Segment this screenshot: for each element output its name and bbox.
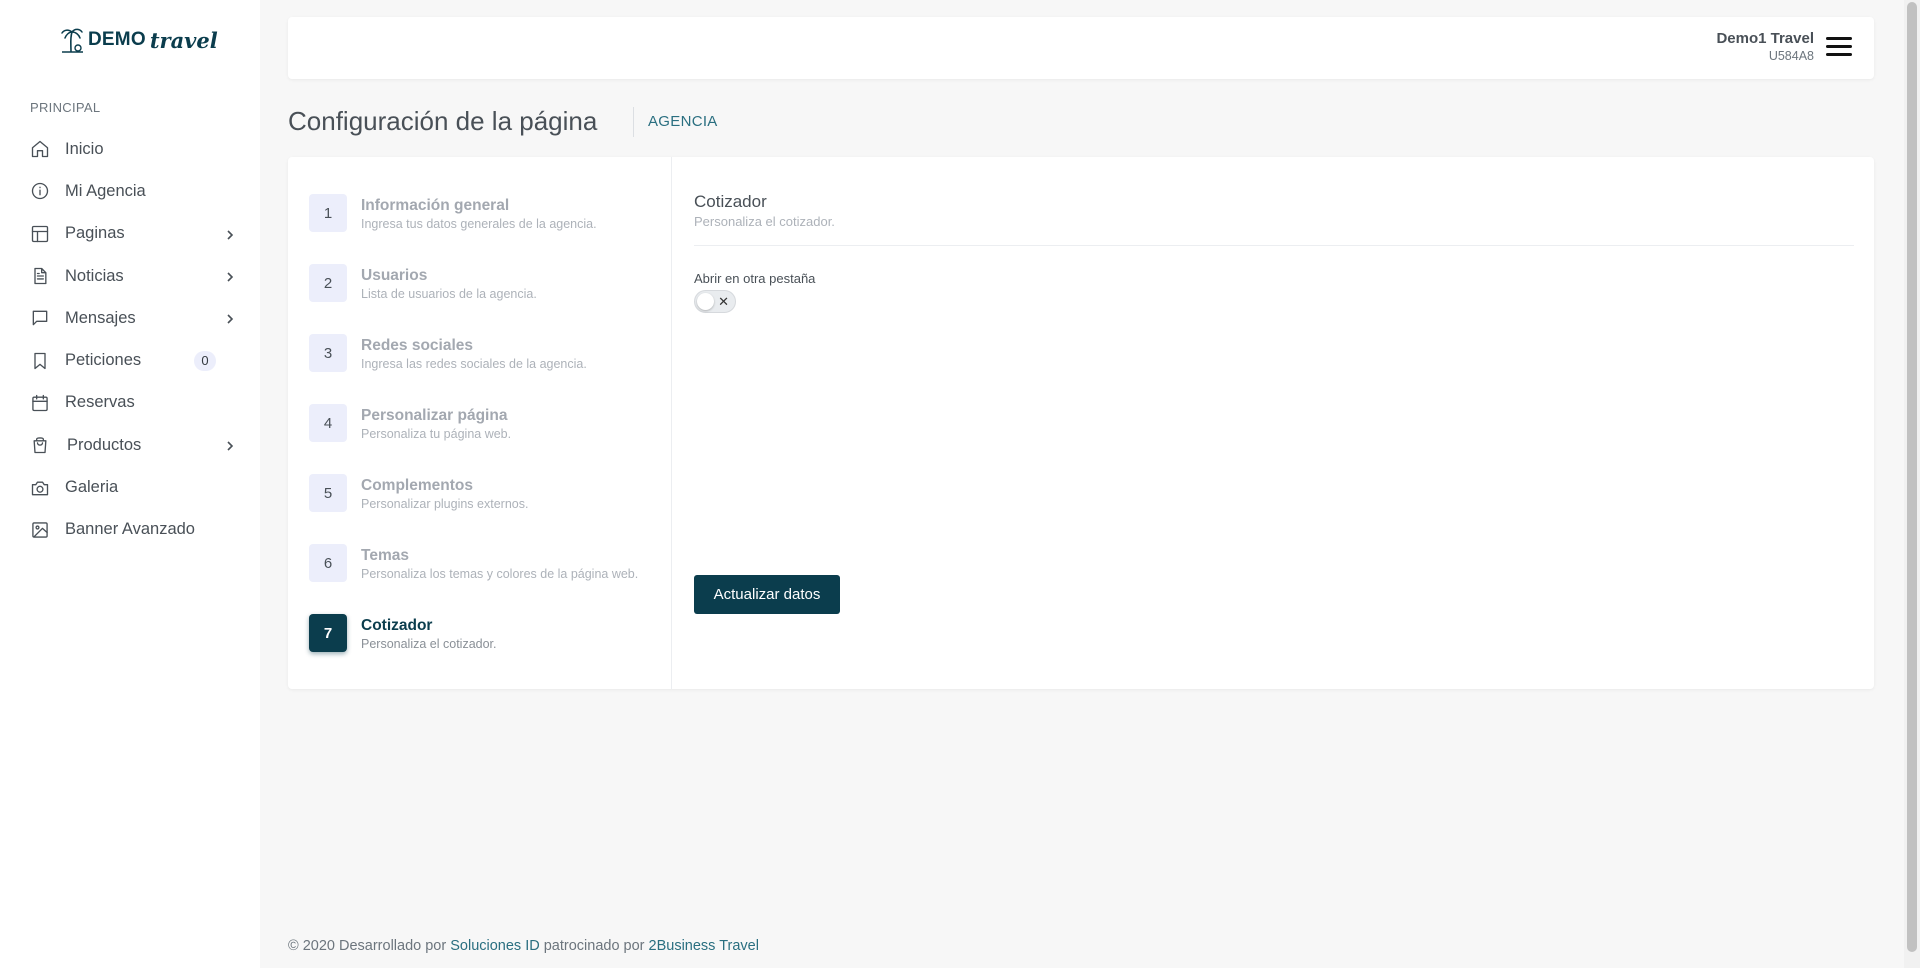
step-temas[interactable]: 6 Temas Personaliza los temas y colores … <box>309 543 669 593</box>
footer-middle: patrocinado por <box>543 938 645 954</box>
sidebar-item-label: Paginas <box>65 224 125 243</box>
user-info[interactable]: Demo1 Travel U584A8 <box>1716 30 1814 63</box>
sidebar-item-reservas[interactable]: Reservas <box>0 382 260 424</box>
open-new-tab-toggle[interactable]: ✕ <box>694 290 736 313</box>
file-text-icon <box>30 266 50 286</box>
title-separator <box>633 107 634 137</box>
section-title: Cotizador <box>694 192 767 211</box>
sidebar-item-banner-avanzado[interactable]: Banner Avanzado <box>0 509 260 551</box>
brand-travel-text: travel <box>149 27 218 53</box>
sidebar-item-label: Noticias <box>65 266 124 285</box>
peticiones-count-badge: 0 <box>194 350 216 371</box>
sidebar-item-label: Inicio <box>65 139 104 158</box>
step-complementos[interactable]: 5 Complementos Personalizar plugins exte… <box>309 473 669 523</box>
step-title: Temas <box>361 547 409 564</box>
brand-demo-text: DEMO <box>88 29 146 50</box>
bookmark-icon <box>30 351 50 371</box>
top-header: Demo1 Travel U584A8 <box>288 17 1874 79</box>
sidebar-item-galeria[interactable]: Galeria <box>0 466 260 508</box>
step-title: Personalizar página <box>361 407 508 424</box>
chevron-right-icon <box>224 312 236 324</box>
sidebar-item-label: Reservas <box>65 393 135 412</box>
shopping-bag-icon <box>30 435 50 455</box>
page-scrollbar[interactable] <box>1904 0 1920 968</box>
step-number: 6 <box>309 544 347 582</box>
footer-prefix: © 2020 Desarrollado por <box>288 938 447 954</box>
sidebar-item-peticiones[interactable]: Peticiones 0 <box>0 339 260 381</box>
sidebar-item-label: Banner Avanzado <box>65 520 195 539</box>
section-divider <box>694 245 1854 246</box>
sidebar-item-label: Mensajes <box>65 308 136 327</box>
sidebar-item-label: Galeria <box>65 478 119 497</box>
step-informacion-general[interactable]: 1 Información general Ingresa tus datos … <box>309 193 669 243</box>
step-cotizador[interactable]: 7 Cotizador Personaliza el cotizador. <box>309 613 669 663</box>
sidebar-item-label: Peticiones <box>65 351 142 370</box>
footer: © 2020 Desarrollado por Soluciones ID pa… <box>288 938 759 954</box>
chevron-right-icon <box>224 270 236 282</box>
sidebar: DEMO travel PRINCIPAL Inicio Mi Agencia … <box>0 0 260 968</box>
page-title: Configuración de la página <box>288 106 598 136</box>
step-description: Personaliza los temas y colores de la pá… <box>361 567 639 581</box>
scrollbar-thumb[interactable] <box>1907 2 1917 952</box>
sidebar-item-productos[interactable]: Productos <box>0 424 260 466</box>
step-description: Personaliza tu página web. <box>361 427 512 441</box>
update-data-button[interactable]: Actualizar datos <box>694 575 840 614</box>
calendar-icon <box>30 393 50 413</box>
sidebar-item-noticias[interactable]: Noticias <box>0 255 260 297</box>
hamburger-menu-icon[interactable] <box>1826 37 1852 57</box>
footer-link-soluciones-id[interactable]: Soluciones ID <box>450 938 539 954</box>
step-title: Redes sociales <box>361 337 474 354</box>
step-number: 3 <box>309 334 347 372</box>
step-description: Lista de usuarios de la agencia. <box>361 287 537 301</box>
chevron-right-icon <box>224 439 236 451</box>
chevron-right-icon <box>224 228 236 240</box>
layout-icon <box>30 224 50 244</box>
close-icon: ✕ <box>718 294 729 309</box>
step-number: 5 <box>309 474 347 512</box>
footer-link-2business-travel[interactable]: 2Business Travel <box>649 938 759 954</box>
step-description: Personalizar plugins externos. <box>361 497 529 511</box>
sidebar-item-mi-agencia[interactable]: Mi Agencia <box>0 170 260 212</box>
step-personalizar-pagina[interactable]: 4 Personalizar página Personaliza tu pág… <box>309 403 669 453</box>
step-description: Ingresa las redes sociales de la agencia… <box>361 357 587 371</box>
sidebar-menu: Inicio Mi Agencia Paginas Noticias Mensa… <box>0 128 260 551</box>
user-code: U584A8 <box>1768 49 1814 63</box>
settings-card: 1 Información general Ingresa tus datos … <box>288 157 1874 689</box>
step-number: 4 <box>309 404 347 442</box>
brand-logo[interactable]: DEMO travel <box>58 26 218 54</box>
user-name: Demo1 Travel <box>1716 30 1814 47</box>
section-description: Personaliza el cotizador. <box>694 214 835 229</box>
breadcrumb[interactable]: AGENCIA <box>648 113 718 130</box>
step-number: 2 <box>309 264 347 302</box>
step-redes-sociales[interactable]: 3 Redes sociales Ingresa las redes socia… <box>309 333 669 383</box>
step-content-panel: Cotizador Personaliza el cotizador. Abri… <box>694 157 1854 689</box>
sidebar-item-mensajes[interactable]: Mensajes <box>0 297 260 339</box>
sidebar-item-label: Productos <box>67 435 142 454</box>
message-icon <box>30 308 50 328</box>
menu-section-title: PRINCIPAL <box>30 100 101 115</box>
step-number: 1 <box>309 194 347 232</box>
image-icon <box>30 520 50 540</box>
step-number: 7 <box>309 614 347 652</box>
toggle-knob <box>697 293 714 310</box>
step-title: Usuarios <box>361 267 428 284</box>
wizard-steps: 1 Información general Ingresa tus datos … <box>288 157 672 689</box>
step-title: Cotizador <box>361 617 433 634</box>
step-title: Complementos <box>361 477 473 494</box>
step-title: Información general <box>361 197 510 214</box>
palm-tree-icon <box>61 28 83 53</box>
sidebar-item-label: Mi Agencia <box>65 181 146 200</box>
info-icon <box>30 181 50 201</box>
step-usuarios[interactable]: 2 Usuarios Lista de usuarios de la agenc… <box>309 263 669 313</box>
open-new-tab-label: Abrir en otra pestaña <box>694 271 816 286</box>
step-description: Ingresa tus datos generales de la agenci… <box>361 217 597 231</box>
step-description: Personaliza el cotizador. <box>361 637 497 651</box>
home-icon <box>30 139 50 159</box>
sidebar-item-paginas[interactable]: Paginas <box>0 213 260 255</box>
camera-icon <box>30 478 50 498</box>
sidebar-item-inicio[interactable]: Inicio <box>0 128 260 170</box>
